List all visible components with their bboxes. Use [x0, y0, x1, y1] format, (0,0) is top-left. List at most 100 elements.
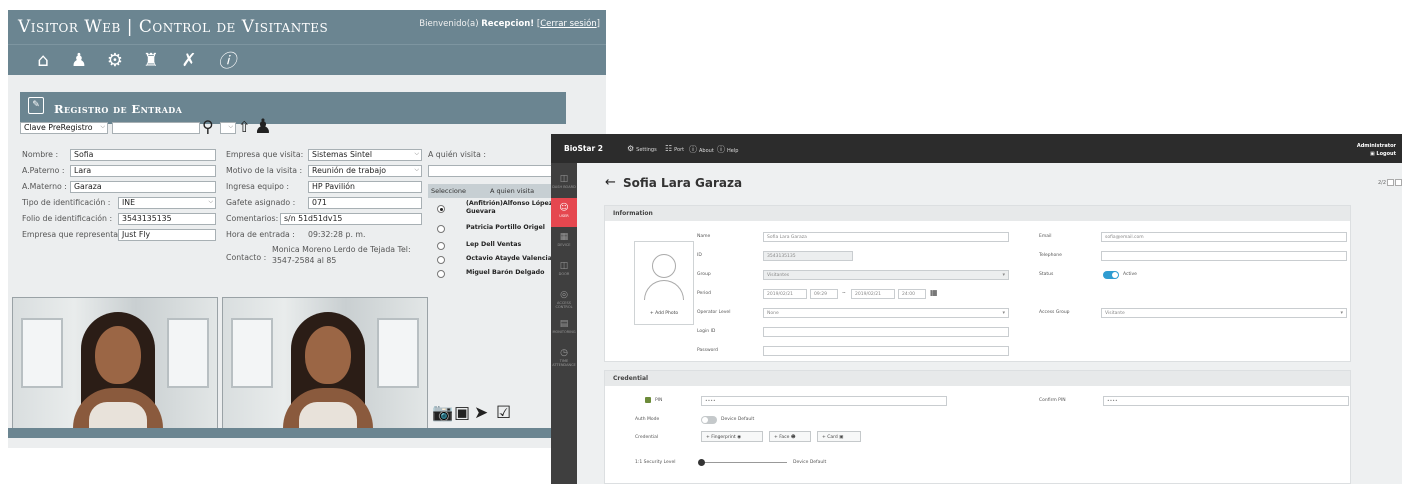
visit-search-field[interactable] — [428, 165, 562, 177]
contacto-line1: Monica Moreno Lerdo de Tejada Tel: — [272, 245, 411, 254]
check-icon[interactable]: ☑ — [496, 403, 511, 423]
page-title: Sofia Lara Garaza — [623, 176, 743, 190]
menu-label: Settings — [636, 147, 657, 153]
gafete-field[interactable]: 071 — [308, 197, 422, 209]
sidebar-item-time-attendance[interactable]: ◷ TIME ATTENDANCE — [551, 343, 577, 377]
tools-icon[interactable]: ✗ — [174, 47, 204, 73]
prereg-input[interactable] — [112, 122, 200, 134]
security-slider-knob[interactable] — [698, 459, 705, 466]
equipo-field[interactable]: HP Pavilión — [308, 181, 422, 193]
operator-select[interactable]: None — [763, 308, 1009, 318]
add-fingerprint-button[interactable]: + Fingerprint ◉ — [701, 431, 763, 442]
folio-field[interactable]: 3543135135 — [118, 213, 216, 225]
menu-about[interactable]: ⓘ About — [689, 144, 714, 155]
pin-checkbox[interactable] — [645, 397, 651, 403]
small-select[interactable] — [220, 122, 236, 134]
users-icon[interactable]: ♜ — [136, 47, 166, 73]
security-level-label: 1:1 Security Level — [635, 460, 676, 465]
apaterno-label: A.Paterno : — [22, 166, 65, 175]
sidebar-item-access-control[interactable]: ◎ ACCESS CONTROL — [551, 285, 577, 314]
auth-mode-toggle[interactable] — [701, 416, 717, 424]
sidebar-item-device[interactable]: ▦ DEVICE — [551, 227, 577, 256]
password-field[interactable] — [763, 346, 1009, 356]
sidebar-item-monitoring[interactable]: ▤ MONITORING — [551, 314, 577, 343]
security-level-value: Device Default — [793, 460, 827, 465]
search-icon[interactable]: ⚲ — [202, 117, 214, 136]
radio-selected[interactable] — [437, 205, 445, 213]
name-label: Name — [697, 234, 711, 239]
sidebar-item-door[interactable]: ◫ DOOR — [551, 256, 577, 285]
email-field[interactable]: sofia@email.com — [1101, 232, 1347, 242]
page-header: ← Sofia Lara Garaza 2/2 — [577, 163, 1402, 203]
amaterno-field[interactable]: Garaza — [70, 181, 216, 193]
next-page-button[interactable] — [1395, 179, 1402, 186]
sidebar-item-user[interactable]: ☺ USER — [551, 198, 577, 227]
menu-settings[interactable]: ⚙ Settings — [627, 144, 657, 153]
group-select[interactable]: Visitantes — [763, 270, 1009, 280]
name-field[interactable]: Sofia Lara Garaza — [763, 232, 1009, 242]
status-toggle[interactable] — [1103, 271, 1119, 279]
prereg-select[interactable]: Clave PreRegistro — [20, 122, 108, 134]
greeting: Bienvenido(a) — [419, 19, 479, 29]
sidebar-label: DASH BOARD — [552, 185, 576, 189]
confirm-pin-field[interactable]: •••• — [1103, 396, 1349, 406]
back-arrow-icon[interactable]: ← — [605, 175, 616, 190]
calendar-icon[interactable]: ▦ — [930, 288, 938, 297]
camera-icon[interactable]: 📷 — [432, 403, 453, 423]
radio[interactable] — [437, 242, 445, 250]
host-name: Octavio Atayde Valencia — [466, 255, 552, 262]
table-row[interactable]: (Anfitrión)Alfonso López Guevara — [428, 198, 562, 222]
period-end-date[interactable]: 2019/02/21 — [851, 289, 895, 299]
pin-field[interactable]: •••• — [701, 396, 947, 406]
empresa-rep-field[interactable]: Just Fly — [118, 229, 216, 241]
table-row[interactable]: Octavio Atayde Valencia — [428, 253, 562, 267]
megaphone-icon[interactable]: ➤ — [474, 403, 488, 423]
id-field: 3543135135 — [763, 251, 853, 261]
add-card-button[interactable]: + Card ▣ — [817, 431, 861, 442]
table-row[interactable]: Lep Dell Ventas — [428, 239, 562, 253]
logout-link[interactable]: Cerrar sesión — [540, 19, 596, 29]
add-photo-button[interactable]: + Add Photo — [635, 311, 693, 316]
pager: 2/2 — [1378, 179, 1402, 186]
sidebar-item-dashboard[interactable]: ◫ DASH BOARD — [551, 169, 577, 198]
radio[interactable] — [437, 256, 445, 264]
period-start-date[interactable]: 2019/02/21 — [763, 289, 807, 299]
logout-label: Logout — [1376, 151, 1396, 157]
info-icon[interactable]: ⓘ — [212, 47, 242, 73]
status-label: Status — [1039, 272, 1054, 277]
login-field[interactable] — [763, 327, 1009, 337]
user-upload-icon[interactable]: ♟ — [254, 114, 272, 138]
access-group-label: Access Group — [1039, 310, 1070, 315]
access-group-select[interactable]: Visitante — [1101, 308, 1347, 318]
footer-bar — [8, 428, 606, 438]
prev-page-button[interactable] — [1387, 179, 1394, 186]
home-icon[interactable]: ⌂ — [28, 47, 58, 73]
settings-icon[interactable]: ⚙ — [100, 47, 130, 73]
sidebar-label: DEVICE — [557, 243, 571, 247]
upload-icon[interactable]: ⇧ — [238, 118, 251, 136]
logout-link[interactable]: ▣ Logout — [1357, 150, 1396, 158]
tipo-id-select[interactable]: INE — [118, 197, 216, 209]
card-icon[interactable]: ▣ — [454, 403, 470, 423]
visit-table-header: Seleccione A quien visita — [428, 184, 562, 198]
table-row[interactable]: Miguel Barón Delgado — [428, 267, 562, 281]
nombre-field[interactable]: Sofia — [70, 149, 216, 161]
device-icon: ▦ — [559, 232, 569, 242]
menu-help[interactable]: ⓘ Help — [717, 144, 738, 155]
radio[interactable] — [437, 270, 445, 278]
radio[interactable] — [437, 225, 445, 233]
empresa-visita-select[interactable]: Sistemas Sintel — [308, 149, 422, 161]
period-start-time[interactable]: 09:29 — [810, 289, 838, 299]
menu-port[interactable]: ☷ Port — [665, 144, 684, 153]
pager-text: 2/2 — [1377, 180, 1386, 186]
toolbar: ⌂ ♟ ⚙ ♜ ✗ ⓘ — [8, 44, 606, 75]
add-face-button[interactable]: + Face ☻ — [769, 431, 811, 442]
visitor-icon[interactable]: ♟ — [64, 47, 94, 73]
telephone-field[interactable] — [1101, 251, 1347, 261]
motivo-select[interactable]: Reunión de trabajo — [308, 165, 422, 177]
apaterno-field[interactable]: Lara — [70, 165, 216, 177]
table-row[interactable]: Patricia Portillo Origel — [428, 222, 562, 239]
comentarios-field[interactable]: s/n 51d51dv15 — [280, 213, 422, 225]
period-end-time[interactable]: 24:00 — [898, 289, 926, 299]
comentarios-label: Comentarios: — [226, 214, 279, 223]
